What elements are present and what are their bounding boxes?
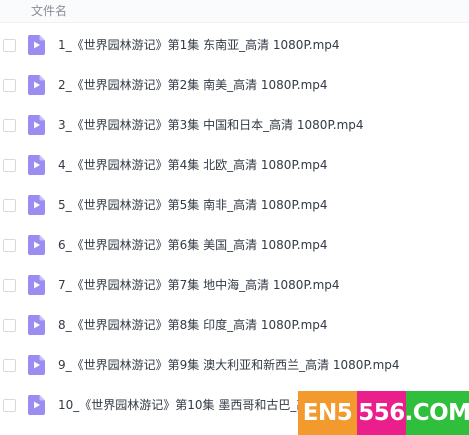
video-file-icon: [28, 195, 45, 215]
file-row[interactable]: 9_《世界园林游记》第9集 澳大利亚和新西兰_高清 1080P.mp4: [0, 347, 469, 387]
file-row[interactable]: 5_《世界园林游记》第5集 南非_高清 1080P.mp4: [0, 187, 469, 227]
row-checkbox[interactable]: [3, 239, 16, 252]
file-row[interactable]: 7_《世界园林游记》第7集 地中海_高清 1080P.mp4: [0, 267, 469, 307]
column-header-filename[interactable]: 文件名: [31, 3, 67, 19]
row-checkbox[interactable]: [3, 119, 16, 132]
file-name[interactable]: 1_《世界园林游记》第1集 东南亚_高清 1080P.mp4: [58, 37, 340, 53]
row-checkbox[interactable]: [3, 399, 16, 412]
file-row[interactable]: 1_《世界园林游记》第1集 东南亚_高清 1080P.mp4: [0, 27, 469, 67]
file-row[interactable]: 4_《世界园林游记》第4集 北欧_高清 1080P.mp4: [0, 147, 469, 187]
watermark-part-2: 556: [357, 391, 406, 435]
watermark-part-1: EN5: [298, 391, 357, 435]
file-name[interactable]: 3_《世界园林游记》第3集 中国和日本_高清 1080P.mp4: [58, 117, 364, 133]
row-checkbox[interactable]: [3, 199, 16, 212]
file-name[interactable]: 9_《世界园林游记》第9集 澳大利亚和新西兰_高清 1080P.mp4: [58, 357, 400, 373]
file-row[interactable]: 6_《世界园林游记》第6集 美国_高清 1080P.mp4: [0, 227, 469, 267]
file-list: 1_《世界园林游记》第1集 东南亚_高清 1080P.mp4 2_《世界园林游记》…: [0, 27, 469, 427]
file-name[interactable]: 5_《世界园林游记》第5集 南非_高清 1080P.mp4: [58, 197, 328, 213]
list-header: 文件名: [0, 0, 469, 23]
video-file-icon: [28, 235, 45, 255]
file-name[interactable]: 6_《世界园林游记》第6集 美国_高清 1080P.mp4: [58, 237, 328, 253]
file-row[interactable]: 8_《世界园林游记》第8集 印度_高清 1080P.mp4: [0, 307, 469, 347]
file-name[interactable]: 10_《世界园林游记》第10集 墨西哥和古巴_高: [58, 397, 308, 413]
file-list-panel: 文件名 1_《世界园林游记》第1集 东南亚_高清 1080P.mp4 2_《世界园…: [0, 0, 469, 435]
watermark-part-3: .COM: [404, 391, 469, 435]
watermark-logo: EN5 556 .COM: [298, 391, 469, 435]
video-file-icon: [28, 75, 45, 95]
video-file-icon: [28, 355, 45, 375]
row-checkbox[interactable]: [3, 279, 16, 292]
video-file-icon: [28, 155, 45, 175]
video-file-icon: [28, 35, 45, 55]
row-checkbox[interactable]: [3, 319, 16, 332]
file-row[interactable]: 3_《世界园林游记》第3集 中国和日本_高清 1080P.mp4: [0, 107, 469, 147]
video-file-icon: [28, 275, 45, 295]
video-file-icon: [28, 315, 45, 335]
row-checkbox[interactable]: [3, 39, 16, 52]
video-file-icon: [28, 395, 45, 415]
file-name[interactable]: 2_《世界园林游记》第2集 南美_高清 1080P.mp4: [58, 77, 328, 93]
file-name[interactable]: 7_《世界园林游记》第7集 地中海_高清 1080P.mp4: [58, 277, 340, 293]
file-row[interactable]: 2_《世界园林游记》第2集 南美_高清 1080P.mp4: [0, 67, 469, 107]
video-file-icon: [28, 115, 45, 135]
row-checkbox[interactable]: [3, 359, 16, 372]
file-name[interactable]: 8_《世界园林游记》第8集 印度_高清 1080P.mp4: [58, 317, 328, 333]
file-name[interactable]: 4_《世界园林游记》第4集 北欧_高清 1080P.mp4: [58, 157, 328, 173]
row-checkbox[interactable]: [3, 79, 16, 92]
row-checkbox[interactable]: [3, 159, 16, 172]
